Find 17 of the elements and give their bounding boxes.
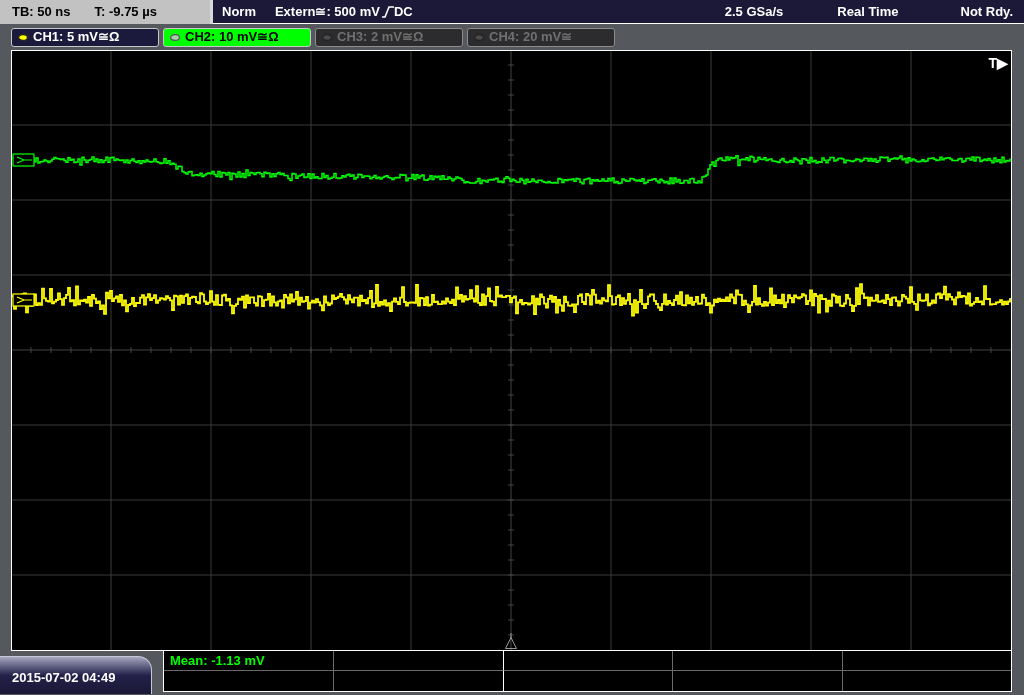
channel-dot-icon — [322, 33, 332, 41]
trigger-mode-label: Norm — [222, 2, 256, 21]
acquisition-mode-label: Real Time — [837, 2, 899, 21]
trigger-position-icon — [505, 632, 517, 649]
sample-rate-label: 2.5 GSa/s — [724, 2, 784, 21]
measurement-value: Mean: -1.13 mV — [170, 651, 265, 670]
trigger-source-label: Extern≅: 500 mV — [274, 2, 380, 21]
status-label: Not Rdy. — [960, 2, 1013, 21]
trigger-coupling-label: DC — [393, 2, 413, 21]
date-time-display: 2015-07-02 04:49 — [0, 656, 152, 694]
trigger-marker-label: T▶ — [988, 54, 1008, 73]
timebase-label: TB: 50 ns — [12, 3, 71, 22]
channel-tab[interactable]: CH1: 5 mV≅Ω — [11, 27, 159, 47]
trigger-offset-label: T: -9.75 µs — [94, 3, 157, 22]
channel-dot-icon — [474, 33, 484, 41]
channel-tab[interactable]: CH2: 10 mV≅Ω — [163, 27, 311, 47]
channel-dot-icon — [170, 33, 180, 41]
